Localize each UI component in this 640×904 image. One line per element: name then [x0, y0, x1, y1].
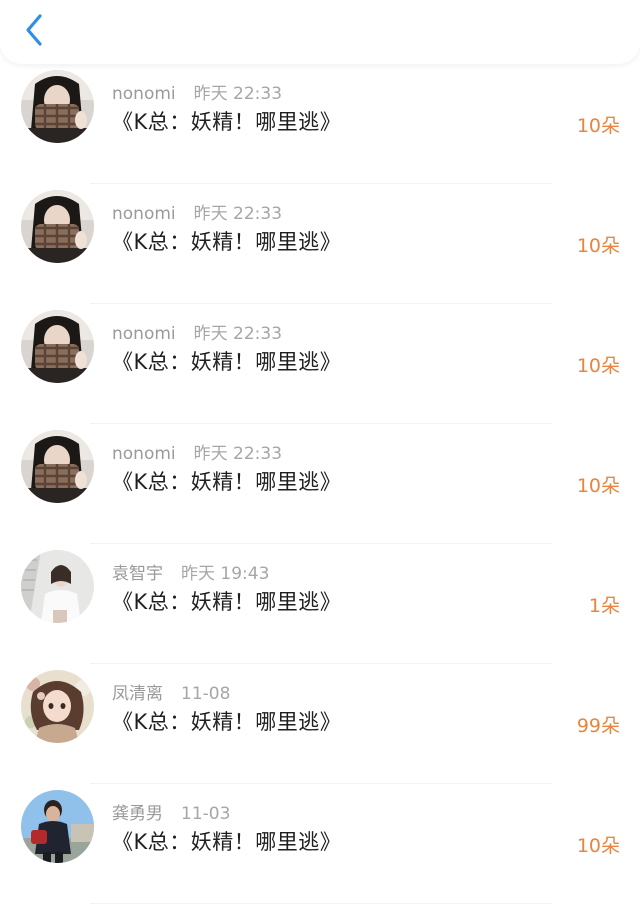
gift-meta: nonomi 昨天 22:33 [112, 439, 283, 464]
avatar[interactable] [21, 790, 94, 863]
gift-record-row[interactable]: nonomi 昨天 22:33 《K总：妖精！哪里逃》 10朵 [0, 64, 640, 184]
gift-record-row[interactable]: 龚勇男 11-03 《K总：妖精！哪里逃》 10朵 [0, 784, 640, 904]
gift-time: 11-08 [181, 684, 231, 704]
avatar[interactable] [21, 430, 94, 503]
gift-record-row[interactable]: nonomi 昨天 22:33 《K总：妖精！哪里逃》 10朵 [0, 424, 640, 544]
sender-name[interactable]: nonomi [112, 84, 176, 104]
gift-time: 昨天 22:33 [193, 204, 283, 224]
book-title: 《K总：妖精！哪里逃》 [112, 230, 342, 254]
avatar[interactable] [21, 190, 94, 263]
gift-amount: 10朵 [576, 835, 620, 857]
chevron-left-icon [26, 14, 42, 46]
gift-time: 昨天 22:33 [193, 84, 283, 104]
gift-amount: 10朵 [576, 355, 620, 377]
sender-name[interactable]: 袁智宇 [112, 564, 163, 584]
gift-amount: 99朵 [576, 715, 620, 737]
gift-meta: 袁智宇 昨天 19:43 [112, 559, 270, 584]
sender-name[interactable]: nonomi [112, 444, 176, 464]
gift-meta: nonomi 昨天 22:33 [112, 79, 283, 104]
gift-record-list: nonomi 昨天 22:33 《K总：妖精！哪里逃》 10朵 nonomi 昨天 … [0, 64, 640, 904]
gift-amount: 10朵 [576, 235, 620, 257]
gift-time: 昨天 22:33 [193, 324, 283, 344]
avatar[interactable] [21, 670, 94, 743]
book-title: 《K总：妖精！哪里逃》 [112, 470, 342, 494]
avatar[interactable] [21, 310, 94, 383]
book-title: 《K总：妖精！哪里逃》 [112, 710, 342, 734]
gift-amount: 1朵 [588, 595, 620, 617]
book-title: 《K总：妖精！哪里逃》 [112, 590, 342, 614]
gift-record-row[interactable]: nonomi 昨天 22:33 《K总：妖精！哪里逃》 10朵 [0, 304, 640, 424]
white-shirt-portrait-avatar [21, 550, 94, 623]
anime-girl-portrait-avatar [21, 670, 94, 743]
gift-meta: 龚勇男 11-03 [112, 799, 231, 824]
sender-name[interactable]: nonomi [112, 204, 176, 224]
top-navigation-bar [0, 0, 640, 64]
gift-meta: 凤清离 11-08 [112, 679, 231, 704]
book-title: 《K总：妖精！哪里逃》 [112, 110, 342, 134]
gift-meta: nonomi 昨天 22:33 [112, 319, 283, 344]
scarf-portrait-avatar [21, 190, 94, 263]
gift-time: 11-03 [181, 804, 231, 824]
scarf-portrait-avatar [21, 70, 94, 143]
outdoor-portrait-avatar [21, 790, 94, 863]
back-button[interactable] [18, 10, 54, 50]
gift-meta: nonomi 昨天 22:33 [112, 199, 283, 224]
gift-record-row[interactable]: 袁智宇 昨天 19:43 《K总：妖精！哪里逃》 1朵 [0, 544, 640, 664]
gift-time: 昨天 22:33 [193, 444, 283, 464]
sender-name[interactable]: nonomi [112, 324, 176, 344]
gift-time: 昨天 19:43 [181, 564, 270, 584]
book-title: 《K总：妖精！哪里逃》 [112, 830, 342, 854]
scarf-portrait-avatar [21, 310, 94, 383]
gift-record-row[interactable]: nonomi 昨天 22:33 《K总：妖精！哪里逃》 10朵 [0, 184, 640, 304]
book-title: 《K总：妖精！哪里逃》 [112, 350, 342, 374]
scarf-portrait-avatar [21, 430, 94, 503]
avatar[interactable] [21, 70, 94, 143]
gift-amount: 10朵 [576, 475, 620, 497]
gift-amount: 10朵 [576, 115, 620, 137]
sender-name[interactable]: 凤清离 [112, 684, 163, 704]
gift-record-row[interactable]: 凤清离 11-08 《K总：妖精！哪里逃》 99朵 [0, 664, 640, 784]
avatar[interactable] [21, 550, 94, 623]
sender-name[interactable]: 龚勇男 [112, 804, 163, 824]
